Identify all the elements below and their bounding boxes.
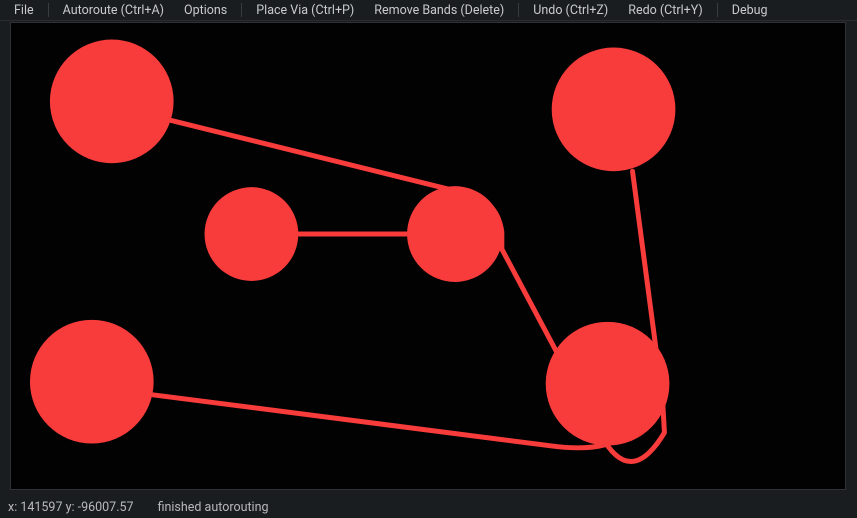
- node-n3[interactable]: [205, 187, 299, 281]
- menu-redo[interactable]: Redo (Ctrl+Y): [618, 2, 712, 19]
- routing-stage[interactable]: [11, 23, 845, 489]
- menu-options[interactable]: Options: [174, 2, 237, 19]
- node-n4[interactable]: [407, 186, 503, 282]
- menu-separator: [48, 3, 49, 17]
- menu-debug[interactable]: Debug: [722, 2, 778, 19]
- menu-place-via[interactable]: Place Via (Ctrl+P): [246, 2, 364, 19]
- menu-separator: [717, 3, 718, 17]
- status-coords: x: 141597 y: -96007.57: [8, 500, 134, 515]
- node-n2[interactable]: [552, 48, 676, 172]
- menu-separator: [518, 3, 519, 17]
- node-n1[interactable]: [50, 40, 174, 164]
- menu-remove-bands[interactable]: Remove Bands (Delete): [364, 2, 514, 19]
- node-n5[interactable]: [546, 322, 670, 446]
- statusbar: x: 141597 y: -96007.57 finished autorout…: [0, 496, 857, 518]
- nodes-layer: [30, 40, 675, 446]
- menu-autoroute[interactable]: Autoroute (Ctrl+A): [53, 2, 174, 19]
- menu-file[interactable]: File: [4, 2, 44, 19]
- menu-separator: [241, 3, 242, 17]
- node-n6[interactable]: [30, 320, 154, 444]
- status-message: finished autorouting: [158, 500, 269, 515]
- routing-canvas[interactable]: [10, 22, 846, 490]
- menubar: File Autoroute (Ctrl+A) Options Place Vi…: [0, 0, 857, 21]
- trace-t_6_5[interactable]: [152, 395, 606, 448]
- menu-undo[interactable]: Undo (Ctrl+Z): [523, 2, 618, 19]
